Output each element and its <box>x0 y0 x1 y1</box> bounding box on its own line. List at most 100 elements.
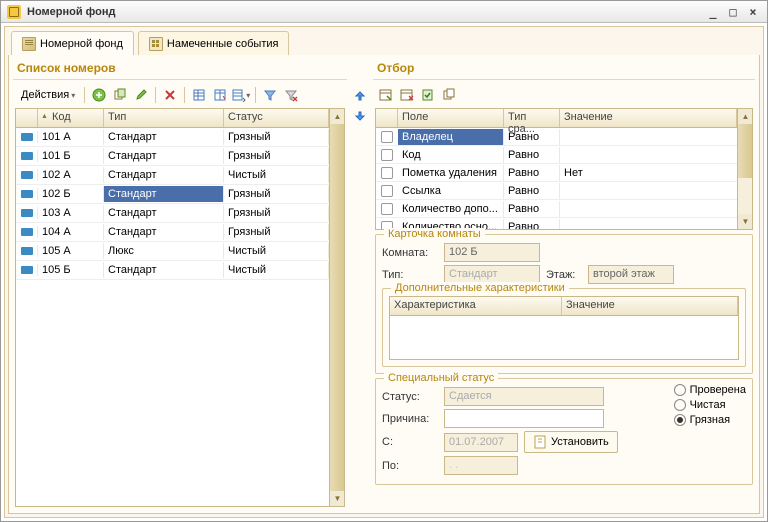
rooms-col-code[interactable]: Код <box>38 109 104 127</box>
app-icon <box>7 5 21 19</box>
rooms-toolbar: Действия ▾ ▾ <box>13 84 347 106</box>
filter-checkbox[interactable] <box>376 131 398 143</box>
room-status-cell: Грязный <box>224 129 329 145</box>
maximize-button[interactable]: □ <box>725 5 741 19</box>
filter-checkbox[interactable] <box>376 167 398 179</box>
room-code-cell: 102 А <box>38 167 104 183</box>
room-floor-label: Этаж: <box>546 269 582 281</box>
rooms-col-status[interactable]: Статус <box>224 109 329 127</box>
scroll-down-icon[interactable]: ▼ <box>330 491 345 506</box>
extra-chars-fieldset: Дополнительные характеристики Характерис… <box>382 288 746 367</box>
document-icon <box>533 435 547 449</box>
item-mark-icon <box>16 188 38 200</box>
filter-col-cmp[interactable]: Тип сра... <box>504 109 560 127</box>
filter-row[interactable]: Пометка удаления Равно Нет <box>376 164 737 182</box>
rooms-list-title: Список номеров <box>13 59 347 80</box>
table-row[interactable]: 104 А Стандарт Грязный <box>16 223 329 242</box>
table-row[interactable]: 102 Б Стандарт Грязный <box>16 185 329 204</box>
radio-label: Проверена <box>690 384 746 396</box>
room-type-cell: Стандарт <box>104 167 224 183</box>
add-button[interactable] <box>90 86 108 104</box>
filter-button[interactable] <box>261 86 279 104</box>
table-row[interactable]: 103 А Стандарт Грязный <box>16 204 329 223</box>
table-row[interactable]: 102 А Стандарт Чистый <box>16 166 329 185</box>
delete-button[interactable] <box>161 86 179 104</box>
filter-clear-button[interactable] <box>282 86 300 104</box>
filter-col-field[interactable]: Поле <box>398 109 504 127</box>
move-down-button[interactable] <box>351 107 369 125</box>
item-mark-icon <box>16 207 38 219</box>
close-button[interactable]: × <box>745 5 761 19</box>
filter-field-cell: Код <box>398 147 504 163</box>
filter-value-cell <box>560 189 737 193</box>
filter-checkbox[interactable] <box>376 185 398 197</box>
filter-edit-button[interactable] <box>377 86 395 104</box>
scroll-down-icon[interactable]: ▼ <box>738 214 753 229</box>
left-pane: Список номеров Действия ▾ ▾ <box>13 59 347 509</box>
special-status-fieldset: Специальный статус Статус: Сдается Причи… <box>375 378 753 485</box>
filter-cmp-cell: Равно <box>504 183 560 199</box>
content: Список номеров Действия ▾ ▾ <box>8 55 760 514</box>
room-card-title: Карточка комнаты <box>384 228 485 240</box>
minimize-button[interactable]: _ <box>705 5 721 19</box>
radio-Чистая[interactable]: Чистая <box>674 399 746 411</box>
edit-button[interactable] <box>132 86 150 104</box>
extra-col-value[interactable]: Значение <box>562 297 738 315</box>
to-label: По: <box>382 460 438 472</box>
actions-label: Действия <box>21 89 69 101</box>
scroll-up-icon[interactable]: ▲ <box>738 109 753 124</box>
filter-apply-button[interactable] <box>419 86 437 104</box>
set-button[interactable]: Установить <box>524 431 618 453</box>
table-button-1[interactable] <box>190 86 208 104</box>
filter-checkbox[interactable] <box>376 203 398 215</box>
filter-col-check[interactable] <box>376 109 398 127</box>
filter-cmp-cell: Равно <box>504 201 560 217</box>
move-up-button[interactable] <box>351 87 369 105</box>
filter-row[interactable]: Владелец Равно <box>376 128 737 146</box>
from-label: С: <box>382 436 438 448</box>
table-dropdown-button[interactable]: ▾ <box>232 86 250 104</box>
table-row[interactable]: 105 А Люкс Чистый <box>16 242 329 261</box>
radio-Грязная[interactable]: Грязная <box>674 414 746 426</box>
chevron-down-icon: ▾ <box>71 91 75 100</box>
extra-chars-title: Дополнительные характеристики <box>391 282 569 294</box>
filter-value-cell <box>560 135 737 139</box>
table-row[interactable]: 101 Б Стандарт Грязный <box>16 147 329 166</box>
radio-icon <box>674 399 686 411</box>
room-card-fieldset: Карточка комнаты Комната: 102 Б Тип: Ста… <box>375 234 753 374</box>
filter-row[interactable]: Код Равно <box>376 146 737 164</box>
filter-checkbox[interactable] <box>376 149 398 161</box>
copy-button[interactable] <box>111 86 129 104</box>
filter-copy-button[interactable] <box>440 86 458 104</box>
filter-cmp-cell: Равно <box>504 147 560 163</box>
filter-col-value[interactable]: Значение <box>560 109 737 127</box>
table-row[interactable]: 101 А Стандарт Грязный <box>16 128 329 147</box>
right-pane: Отбор Поле Тип сра... Значение <box>373 59 755 509</box>
rooms-col-marker[interactable] <box>16 109 38 127</box>
filter-value-cell <box>560 207 737 211</box>
tab-events[interactable]: Намеченные события <box>138 31 290 55</box>
rooms-col-type[interactable]: Тип <box>104 109 224 127</box>
room-type-label: Тип: <box>382 269 438 281</box>
extra-col-char[interactable]: Характеристика <box>390 297 562 315</box>
room-floor-value: второй этаж <box>588 265 674 284</box>
filter-row[interactable]: Ссылка Равно <box>376 182 737 200</box>
rooms-grid-inner: Код Тип Статус 101 А Стандарт Грязный 10… <box>16 109 329 506</box>
filter-row[interactable]: Количество допо... Равно <box>376 200 737 218</box>
table-button-2[interactable] <box>211 86 229 104</box>
tab-label: Намеченные события <box>167 38 279 50</box>
filter-scrollbar[interactable]: ▲ ▼ <box>737 109 752 229</box>
reason-input[interactable] <box>444 409 604 428</box>
calendar-icon <box>149 37 163 51</box>
table-row[interactable]: 105 Б Стандарт Чистый <box>16 261 329 280</box>
room-code-cell: 105 Б <box>38 262 104 278</box>
radio-Проверена[interactable]: Проверена <box>674 384 746 396</box>
scroll-up-icon[interactable]: ▲ <box>330 109 345 124</box>
actions-menu-button[interactable]: Действия ▾ <box>17 87 79 103</box>
rooms-scrollbar[interactable]: ▲ ▼ <box>329 109 344 506</box>
room-code-cell: 103 А <box>38 205 104 221</box>
filter-clear-button[interactable] <box>398 86 416 104</box>
item-mark-icon <box>16 169 38 181</box>
tab-room-fund[interactable]: Номерной фонд <box>11 31 134 55</box>
set-button-label: Установить <box>551 436 609 448</box>
